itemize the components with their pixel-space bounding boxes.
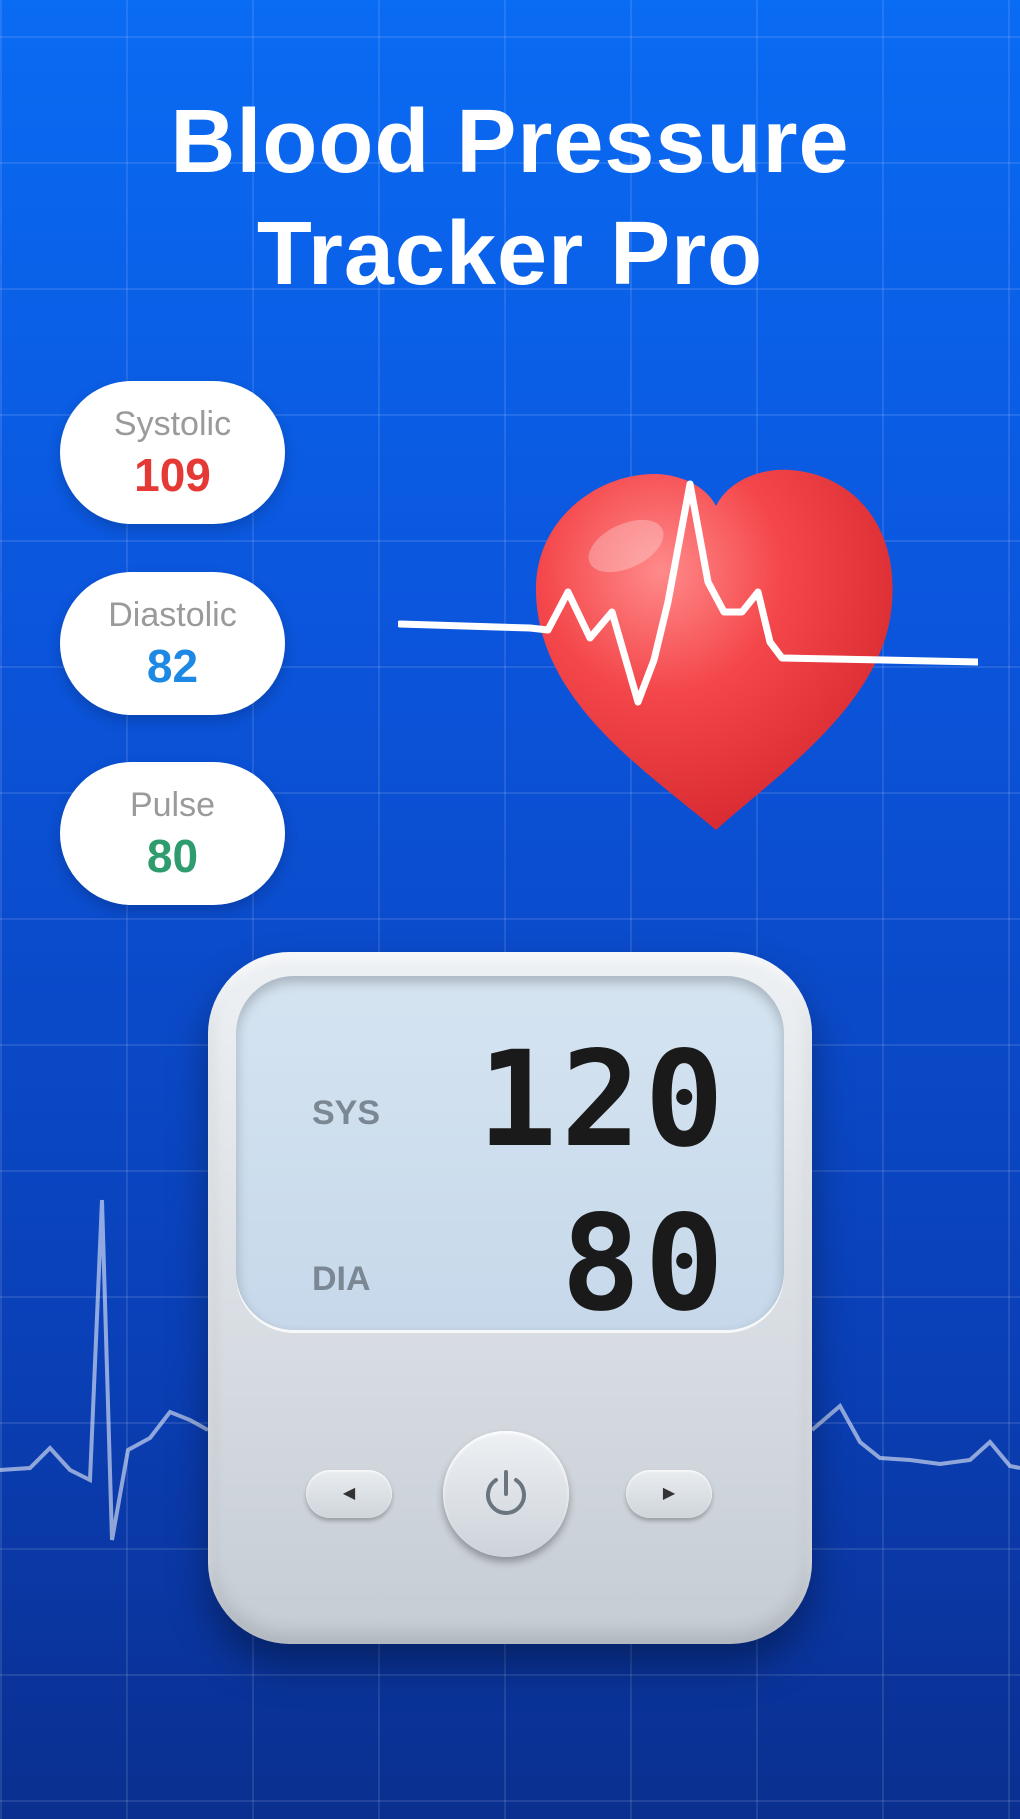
sys-value: 120	[477, 1023, 728, 1177]
monitor-screen: SYS 120 DIA 80	[236, 976, 784, 1334]
systolic-value: 109	[134, 449, 211, 501]
dia-value: 80	[561, 1187, 728, 1341]
heart-icon	[396, 462, 984, 842]
left-button[interactable]: ◀	[306, 1470, 392, 1518]
pulse-label: Pulse	[129, 786, 216, 824]
chevron-right-icon: ▶	[662, 1485, 676, 1502]
diastolic-label: Diastolic	[108, 596, 237, 634]
pulse-value: 80	[146, 830, 199, 882]
power-button[interactable]	[443, 1431, 569, 1557]
systolic-label: Systolic	[113, 405, 232, 443]
dia-label: DIA	[312, 1260, 371, 1298]
right-button[interactable]: ▶	[626, 1470, 712, 1518]
bp-monitor: SYS 120 DIA 80 ◀ ▶	[208, 952, 812, 1644]
page-title: Blood Pressure Tracker Pro	[0, 86, 1020, 310]
pulse-pill: Pulse 80	[60, 762, 285, 905]
title-line-1: Blood Pressure	[170, 92, 850, 192]
systolic-pill: Systolic 109	[60, 381, 285, 524]
chevron-left-icon: ◀	[342, 1485, 356, 1502]
title-line-2: Tracker Pro	[256, 204, 764, 304]
sys-label: SYS	[312, 1094, 381, 1132]
diastolic-value: 82	[146, 640, 199, 692]
diastolic-pill: Diastolic 82	[60, 572, 285, 715]
power-icon	[486, 1470, 526, 1515]
